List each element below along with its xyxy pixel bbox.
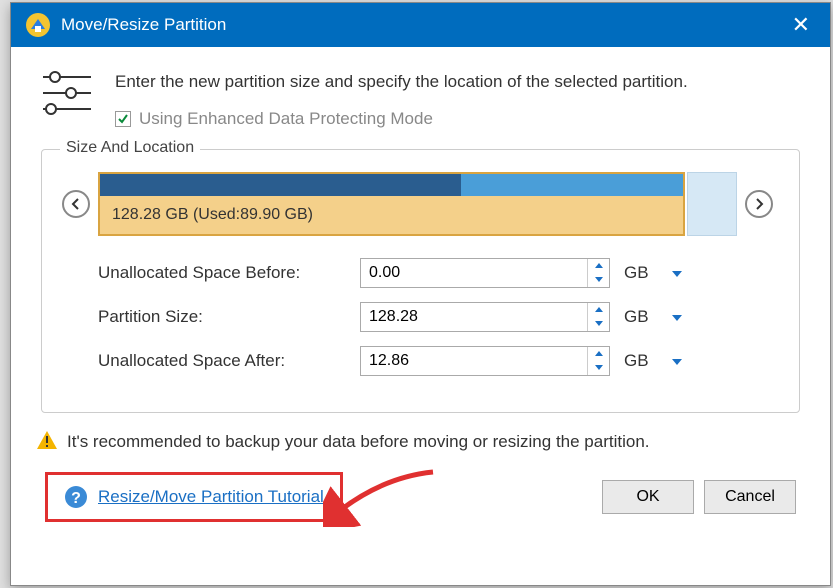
scroll-right-button[interactable] (745, 190, 773, 218)
unallocated-block[interactable] (687, 172, 737, 236)
move-resize-dialog: Move/Resize Partition ✕ Enter the new pa… (10, 2, 831, 586)
space-after-spinner[interactable] (360, 346, 610, 376)
space-before-unit-dropdown[interactable] (672, 264, 682, 282)
space-after-down[interactable] (588, 361, 609, 375)
space-before-label: Unallocated Space Before: (98, 263, 360, 283)
ok-button[interactable]: OK (602, 480, 694, 514)
size-location-fieldset: Size And Location 128.28 GB (Used:89.90 … (41, 149, 800, 413)
space-before-spinner[interactable] (360, 258, 610, 288)
space-after-input[interactable] (361, 347, 587, 375)
footer-row: ? Resize/Move Partition Tutorial OK Canc… (41, 472, 800, 522)
space-after-unit: GB (624, 351, 654, 371)
partition-size-spinner[interactable] (360, 302, 610, 332)
space-after-label: Unallocated Space After: (98, 351, 360, 371)
enhanced-mode-checkbox-row: Using Enhanced Data Protecting Mode (115, 109, 688, 129)
enhanced-mode-label: Using Enhanced Data Protecting Mode (139, 109, 433, 129)
help-icon: ? (64, 485, 88, 509)
warning-icon (37, 431, 57, 454)
partition-app-icon (25, 12, 51, 38)
svg-text:?: ? (71, 490, 81, 507)
scroll-left-button[interactable] (62, 190, 90, 218)
tutorial-link[interactable]: Resize/Move Partition Tutorial (98, 487, 324, 507)
tutorial-highlight-box: ? Resize/Move Partition Tutorial (45, 472, 343, 522)
partition-size-down[interactable] (588, 317, 609, 331)
space-before-unit: GB (624, 263, 654, 283)
dialog-title: Move/Resize Partition (61, 15, 786, 35)
partition-size-up[interactable] (588, 303, 609, 317)
space-before-row: Unallocated Space Before: GB (62, 258, 773, 288)
partition-size-row: Partition Size: GB (62, 302, 773, 332)
intro-text-block: Enter the new partition size and specify… (115, 69, 688, 129)
space-before-down[interactable] (588, 273, 609, 287)
space-after-row: Unallocated Space After: GB (62, 346, 773, 376)
title-bar: Move/Resize Partition ✕ (11, 3, 830, 47)
intro-section: Enter the new partition size and specify… (41, 69, 800, 129)
intro-text: Enter the new partition size and specify… (115, 69, 688, 95)
partition-bar-row: 128.28 GB (Used:89.90 GB) (62, 172, 773, 236)
close-button[interactable]: ✕ (786, 12, 816, 38)
space-before-up[interactable] (588, 259, 609, 273)
usage-used (100, 174, 461, 196)
enhanced-mode-checkbox[interactable] (115, 111, 131, 127)
partition-size-label: Partition Size: (98, 307, 360, 327)
space-after-up[interactable] (588, 347, 609, 361)
annotation-arrow-icon (323, 467, 443, 532)
space-before-input[interactable] (361, 259, 587, 287)
partition-label: 128.28 GB (Used:89.90 GB) (100, 196, 683, 234)
partition-size-unit-dropdown[interactable] (672, 308, 682, 326)
warning-text: It's recommended to backup your data bef… (67, 432, 650, 452)
sliders-icon (41, 69, 93, 117)
fieldset-legend: Size And Location (60, 139, 200, 157)
partition-block[interactable]: 128.28 GB (Used:89.90 GB) (98, 172, 685, 236)
dialog-content: Enter the new partition size and specify… (11, 47, 830, 542)
usage-bar (100, 174, 683, 196)
partition-size-input[interactable] (361, 303, 587, 331)
partition-size-unit: GB (624, 307, 654, 327)
warning-row: It's recommended to backup your data bef… (37, 431, 800, 454)
cancel-button[interactable]: Cancel (704, 480, 796, 514)
space-after-unit-dropdown[interactable] (672, 352, 682, 370)
